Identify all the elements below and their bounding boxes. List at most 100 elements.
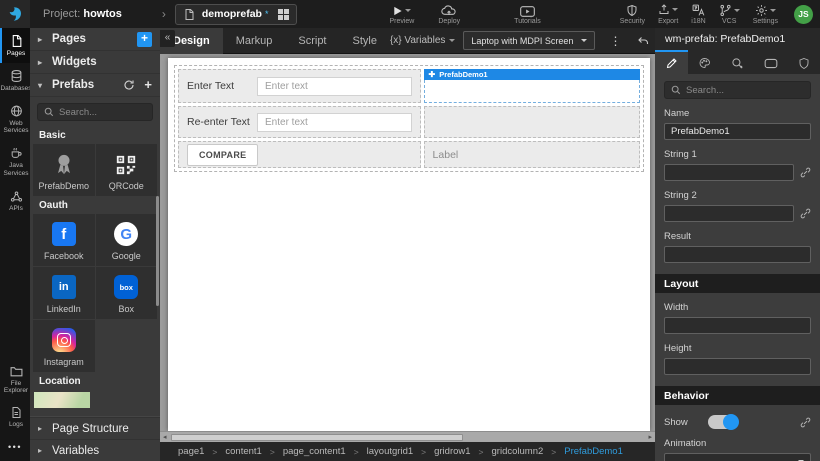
grid-cell-enter-text[interactable]: Enter Text bbox=[178, 69, 421, 103]
tab-device[interactable] bbox=[754, 50, 787, 74]
settings-button[interactable]: Settings bbox=[753, 4, 778, 25]
height-input[interactable] bbox=[664, 358, 811, 375]
rail-item-web-services[interactable]: Web Services bbox=[0, 98, 30, 141]
grid-cell-prefab[interactable]: ✚ PrefabDemo1 bbox=[424, 69, 640, 103]
topbar-tools: Security Export i18N bbox=[620, 3, 813, 25]
prefab-tile-facebook[interactable]: f Facebook bbox=[33, 214, 95, 266]
tab-script[interactable]: Script bbox=[285, 28, 339, 54]
page-canvas[interactable]: Enter Text ✚ PrefabDemo1 bbox=[168, 58, 650, 431]
rail-item-pages[interactable]: Pages bbox=[0, 28, 30, 63]
rail-more-button[interactable]: ••• bbox=[0, 434, 30, 461]
section-page-structure[interactable]: ▸ Page Structure bbox=[30, 417, 160, 439]
selected-prefab-body[interactable] bbox=[424, 80, 640, 103]
add-page-button[interactable]: + bbox=[137, 32, 152, 47]
preview-button[interactable]: Preview bbox=[389, 4, 414, 25]
properties-search-input[interactable] bbox=[686, 85, 804, 96]
translate-icon bbox=[692, 4, 705, 17]
bind-link-icon[interactable] bbox=[800, 417, 811, 428]
breadcrumb-page1[interactable]: page1 bbox=[178, 446, 204, 457]
vcs-button[interactable]: VCS bbox=[719, 4, 740, 25]
prefab-tile-instagram[interactable]: Instagram bbox=[33, 320, 95, 372]
prefab-tile-qrcode[interactable]: QRCode bbox=[96, 144, 158, 196]
properties-search[interactable] bbox=[664, 81, 811, 99]
variables-dropdown[interactable]: {x} Variables bbox=[390, 35, 455, 46]
chevron-down-icon bbox=[734, 9, 740, 15]
breadcrumb-layoutgrid1[interactable]: layoutgrid1 bbox=[367, 446, 413, 457]
breadcrumb-prefabdemo1[interactable]: PrefabDemo1 bbox=[564, 446, 623, 457]
map-prefab-thumbnail[interactable] bbox=[34, 392, 90, 408]
rail-item-file-explorer[interactable]: File Explorer bbox=[0, 359, 30, 401]
import-prefab-button[interactable]: + bbox=[144, 80, 152, 90]
security-button[interactable]: Security bbox=[620, 4, 645, 25]
category-location: Location bbox=[30, 372, 160, 390]
string1-input[interactable] bbox=[664, 164, 794, 181]
compare-button[interactable]: COMPARE bbox=[187, 144, 258, 166]
bind-link-icon[interactable] bbox=[800, 167, 811, 178]
breadcrumb-gridcolumn2[interactable]: gridcolumn2 bbox=[492, 446, 544, 457]
undo-button[interactable] bbox=[631, 35, 656, 47]
device-selector[interactable]: Laptop with MDPI Screen bbox=[463, 31, 595, 50]
refresh-icon[interactable] bbox=[123, 79, 135, 91]
rail-item-java-services[interactable]: Java Services bbox=[0, 140, 30, 183]
tab-style[interactable]: Style bbox=[340, 28, 390, 54]
tab-styles[interactable] bbox=[688, 50, 721, 74]
layout-grid[interactable]: Enter Text ✚ PrefabDemo1 bbox=[174, 65, 644, 172]
properties-panel: wm-prefab: PrefabDemo1 Name bbox=[655, 28, 820, 461]
prefab-search-input[interactable] bbox=[59, 107, 146, 118]
prefab-tile-google[interactable]: G Google bbox=[96, 214, 158, 266]
breadcrumb-content1[interactable]: content1 bbox=[225, 446, 261, 457]
reenter-text-input[interactable] bbox=[257, 113, 412, 132]
grid-cell-button[interactable]: COMPARE bbox=[178, 141, 421, 168]
more-options-icon[interactable]: ⋮ bbox=[603, 36, 627, 46]
prefab-tile-linkedin[interactable]: in LinkedIn bbox=[33, 267, 95, 319]
page-grid-icon[interactable] bbox=[278, 9, 289, 20]
grid-cell-label[interactable]: Label bbox=[424, 141, 640, 168]
horizontal-scrollbar-thumb[interactable] bbox=[171, 434, 463, 441]
width-input[interactable] bbox=[664, 317, 811, 334]
show-toggle[interactable] bbox=[708, 415, 738, 429]
grid-cell-reenter-text[interactable]: Re-enter Text bbox=[178, 106, 421, 138]
string2-input[interactable] bbox=[664, 205, 794, 222]
section-prefabs[interactable]: ▾ Prefabs + bbox=[30, 74, 160, 97]
page-selector[interactable]: demoprefab * bbox=[175, 4, 298, 25]
breadcrumb-gridrow1[interactable]: gridrow1 bbox=[434, 446, 470, 457]
section-widgets[interactable]: ▸ Widgets bbox=[30, 51, 160, 74]
scroll-right-arrow[interactable]: ▸ bbox=[648, 434, 652, 441]
horizontal-scrollbar[interactable]: ◂ ▸ bbox=[160, 431, 655, 442]
enter-text-input[interactable] bbox=[257, 77, 412, 96]
expand-arrow-icon: ▸ bbox=[38, 58, 45, 67]
tab-search-remove[interactable] bbox=[721, 50, 754, 74]
tab-properties[interactable] bbox=[655, 50, 688, 74]
rail-item-apis[interactable]: APIs bbox=[0, 183, 30, 218]
tab-security[interactable] bbox=[787, 50, 820, 74]
rail-item-logs[interactable]: Logs bbox=[0, 400, 30, 434]
animation-select[interactable] bbox=[664, 453, 811, 461]
user-avatar[interactable]: JS bbox=[794, 5, 813, 24]
left-panel: « ▸ Pages + ▸ Widgets ▾ Prefabs + Basic bbox=[30, 28, 160, 461]
prefab-tile-box[interactable]: box Box bbox=[96, 267, 158, 319]
i18n-button[interactable]: i18N bbox=[691, 4, 705, 25]
grid-cell-empty[interactable] bbox=[424, 106, 640, 138]
bind-link-icon[interactable] bbox=[800, 208, 811, 219]
deploy-button[interactable]: Deploy bbox=[438, 4, 460, 25]
section-pages[interactable]: ▸ Pages + bbox=[30, 28, 160, 51]
collapse-panel-button[interactable]: « bbox=[160, 30, 175, 47]
scroll-left-arrow[interactable]: ◂ bbox=[163, 434, 167, 441]
result-input[interactable] bbox=[664, 246, 811, 263]
palette-scrollbar-thumb[interactable] bbox=[156, 196, 159, 306]
prefab-tile-prefabdemo[interactable]: PrefabDemo bbox=[33, 144, 95, 196]
prefab-search[interactable] bbox=[37, 103, 153, 121]
left-rail: Pages Databases Web Services Java Servic… bbox=[0, 28, 30, 461]
rail-item-databases[interactable]: Databases bbox=[0, 63, 30, 98]
canvas-selected-prefab[interactable]: ✚ PrefabDemo1 bbox=[424, 69, 640, 103]
name-input[interactable] bbox=[664, 123, 811, 140]
award-icon bbox=[53, 152, 75, 176]
wavemaker-logo[interactable] bbox=[0, 0, 30, 28]
selected-prefab-header[interactable]: ✚ PrefabDemo1 bbox=[424, 69, 640, 80]
tab-markup[interactable]: Markup bbox=[223, 28, 286, 54]
tutorials-button[interactable]: Tutorials bbox=[514, 4, 541, 25]
section-variables[interactable]: ▸ Variables bbox=[30, 439, 160, 461]
move-handle-icon[interactable]: ✚ bbox=[429, 70, 436, 79]
breadcrumb-page-content1[interactable]: page_content1 bbox=[283, 446, 346, 457]
export-button[interactable]: Export bbox=[658, 3, 678, 25]
